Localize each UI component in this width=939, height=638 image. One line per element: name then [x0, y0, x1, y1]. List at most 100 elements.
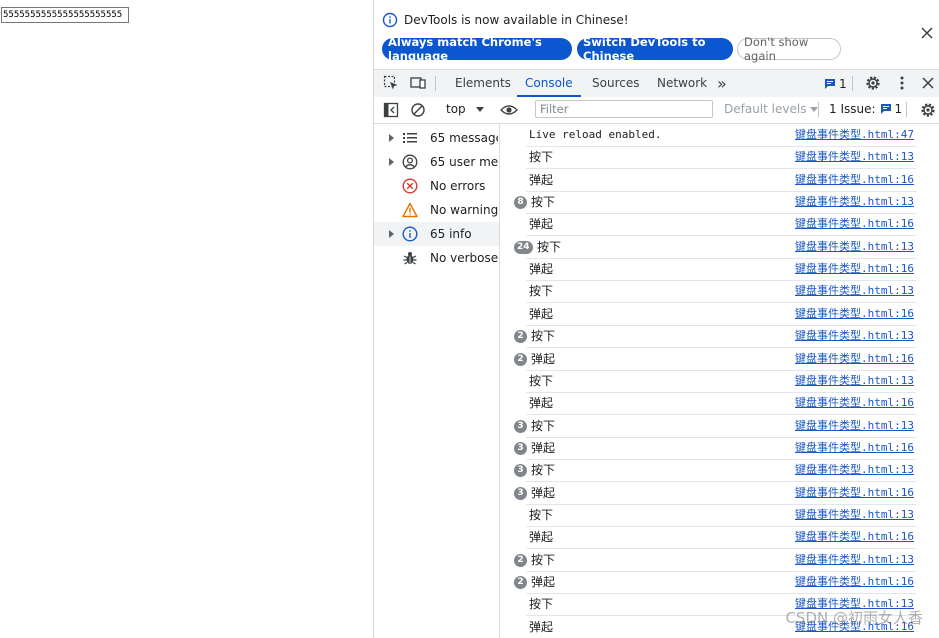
tab-console[interactable]: Console: [517, 70, 581, 97]
sidebar-item[interactable]: No errors: [374, 174, 499, 198]
close-devtools-icon[interactable]: [920, 75, 936, 91]
message-text: 弹起: [531, 351, 556, 366]
source-link[interactable]: 键盘事件类型.html:16: [795, 307, 914, 321]
message-icon: [825, 79, 835, 89]
error-icon: [402, 178, 418, 194]
log-levels-label: Default levels: [724, 102, 807, 116]
source-link[interactable]: 键盘事件类型.html:13: [795, 419, 914, 433]
issues-label: 1 Issue:: [829, 102, 876, 116]
message-text: 按下: [531, 195, 556, 210]
message-text: 弹起: [529, 530, 554, 545]
message-text: 弹起: [529, 262, 554, 277]
console-message: 3 弹起 键盘事件类型.html:16: [514, 437, 916, 460]
infobar-message: DevTools is now available in Chinese!: [382, 12, 629, 28]
issues-count: 1: [839, 77, 847, 91]
console-sidebar: 65 messages 65 user me… No errors No warnin…: [374, 124, 500, 638]
source-link[interactable]: 键盘事件类型.html:47: [795, 128, 914, 142]
source-link[interactable]: 键盘事件类型.html:13: [795, 508, 914, 522]
source-link[interactable]: 键盘事件类型.html:16: [795, 173, 914, 187]
log-levels-dropdown[interactable]: Default levels: [724, 102, 819, 116]
clear-console-icon[interactable]: [410, 102, 426, 118]
message-text: 按下: [531, 463, 556, 478]
info-icon: [402, 226, 418, 242]
devtools-tabbar: Elements Console Sources Network » 1: [374, 69, 939, 98]
context-selector[interactable]: top: [446, 102, 484, 116]
sidebar-item-label: 65 info: [430, 227, 472, 241]
source-link[interactable]: 键盘事件类型.html:16: [795, 530, 914, 544]
expand-arrow-icon[interactable]: [389, 230, 394, 238]
infobar-text: DevTools is now available in Chinese!: [404, 13, 629, 27]
repeat-count-badge: 3: [514, 464, 527, 478]
source-link[interactable]: 键盘事件类型.html:16: [795, 262, 914, 276]
source-link[interactable]: 键盘事件类型.html:16: [795, 396, 914, 410]
source-link[interactable]: 键盘事件类型.html:13: [795, 553, 914, 567]
console-message: 2 弹起 键盘事件类型.html:16: [514, 348, 916, 371]
message-text: 弹起: [529, 306, 554, 321]
sidebar-item[interactable]: No warnings: [374, 198, 499, 222]
match-language-button[interactable]: Always match Chrome's language: [382, 35, 572, 63]
message-text: 按下: [529, 597, 554, 612]
device-toolbar-icon[interactable]: [410, 75, 426, 91]
source-link[interactable]: 键盘事件类型.html:13: [795, 150, 914, 164]
page-text-input[interactable]: 5555555555555555555555: [1, 7, 129, 23]
gear-icon[interactable]: [865, 75, 881, 91]
toolbar-divider: [818, 102, 819, 117]
sidebar-item-label: 65 messages: [430, 131, 498, 145]
tab-network[interactable]: Network: [657, 70, 707, 97]
devtools-panel: DevTools is now available in Chinese! Al…: [373, 0, 939, 638]
sidebar-item[interactable]: 65 user me…: [374, 150, 499, 174]
inspect-element-icon[interactable]: [383, 75, 399, 91]
repeat-count-badge: 2: [514, 553, 527, 567]
console-message: 8 按下 键盘事件类型.html:13: [514, 191, 916, 215]
console-message: 2 按下 键盘事件类型.html:13: [514, 325, 916, 349]
context-label: top: [446, 102, 466, 116]
source-link[interactable]: 键盘事件类型.html:13: [795, 329, 914, 343]
source-link[interactable]: 键盘事件类型.html:16: [795, 352, 914, 366]
issues-button[interactable]: 1 Issue: 1: [829, 102, 902, 116]
message-text: Live reload enabled.: [529, 128, 662, 141]
toolbar-divider: [906, 102, 907, 117]
close-icon[interactable]: [920, 26, 934, 40]
sidebar-toggle-icon[interactable]: [383, 102, 399, 118]
source-link[interactable]: 键盘事件类型.html:13: [795, 240, 914, 254]
chevron-down-icon: [475, 106, 484, 112]
message-text: 弹起: [529, 619, 554, 634]
console-message: 2 按下 键盘事件类型.html:13: [514, 549, 916, 572]
more-tabs-button[interactable]: »: [717, 70, 727, 97]
switch-to-chinese-button[interactable]: Switch DevTools to Chinese: [577, 35, 733, 63]
filter-input[interactable]: Filter: [535, 100, 713, 118]
sidebar-item-label: No verbose: [430, 251, 498, 265]
source-link[interactable]: 键盘事件类型.html:13: [795, 463, 914, 477]
sidebar-item[interactable]: 65 messages: [374, 126, 499, 150]
message-text: 按下: [531, 329, 556, 344]
expand-arrow-icon[interactable]: [389, 158, 394, 166]
source-link[interactable]: 键盘事件类型.html:16: [795, 441, 914, 455]
message-text: 按下: [529, 507, 554, 522]
sidebar-item-label: 65 user me…: [430, 155, 498, 169]
console-settings-icon[interactable]: [920, 102, 936, 118]
expand-arrow-icon[interactable]: [389, 134, 394, 142]
console-message: 按下 键盘事件类型.html:13: [526, 504, 916, 527]
eye-icon[interactable]: [500, 102, 518, 118]
message-text: 按下: [531, 552, 556, 567]
kebab-menu-icon[interactable]: [894, 75, 910, 91]
source-link[interactable]: 键盘事件类型.html:13: [795, 284, 914, 298]
console-message: 按下 键盘事件类型.html:13: [526, 146, 916, 170]
sidebar-item-label: No warnings: [430, 203, 498, 217]
source-link[interactable]: 键盘事件类型.html:13: [795, 195, 914, 209]
console-message: 3 按下 键盘事件类型.html:13: [514, 415, 916, 438]
console-message: 弹起 键盘事件类型.html:16: [526, 392, 916, 416]
repeat-count-badge: 3: [514, 419, 527, 433]
source-link[interactable]: 键盘事件类型.html:16: [795, 217, 914, 231]
tab-elements[interactable]: Elements: [455, 70, 511, 97]
tab-sources[interactable]: Sources: [592, 70, 639, 97]
issues-counter[interactable]: 1: [824, 77, 847, 91]
sidebar-item[interactable]: 65 info: [374, 222, 499, 246]
dont-show-again-button[interactable]: Don't show again: [737, 35, 841, 63]
sidebar-item[interactable]: No verbose: [374, 246, 499, 270]
source-link[interactable]: 键盘事件类型.html:16: [795, 575, 914, 589]
source-link[interactable]: 键盘事件类型.html:16: [795, 486, 914, 500]
list-icon: [402, 130, 418, 146]
source-link[interactable]: 键盘事件类型.html:13: [795, 374, 914, 388]
bug-icon: [402, 250, 418, 266]
